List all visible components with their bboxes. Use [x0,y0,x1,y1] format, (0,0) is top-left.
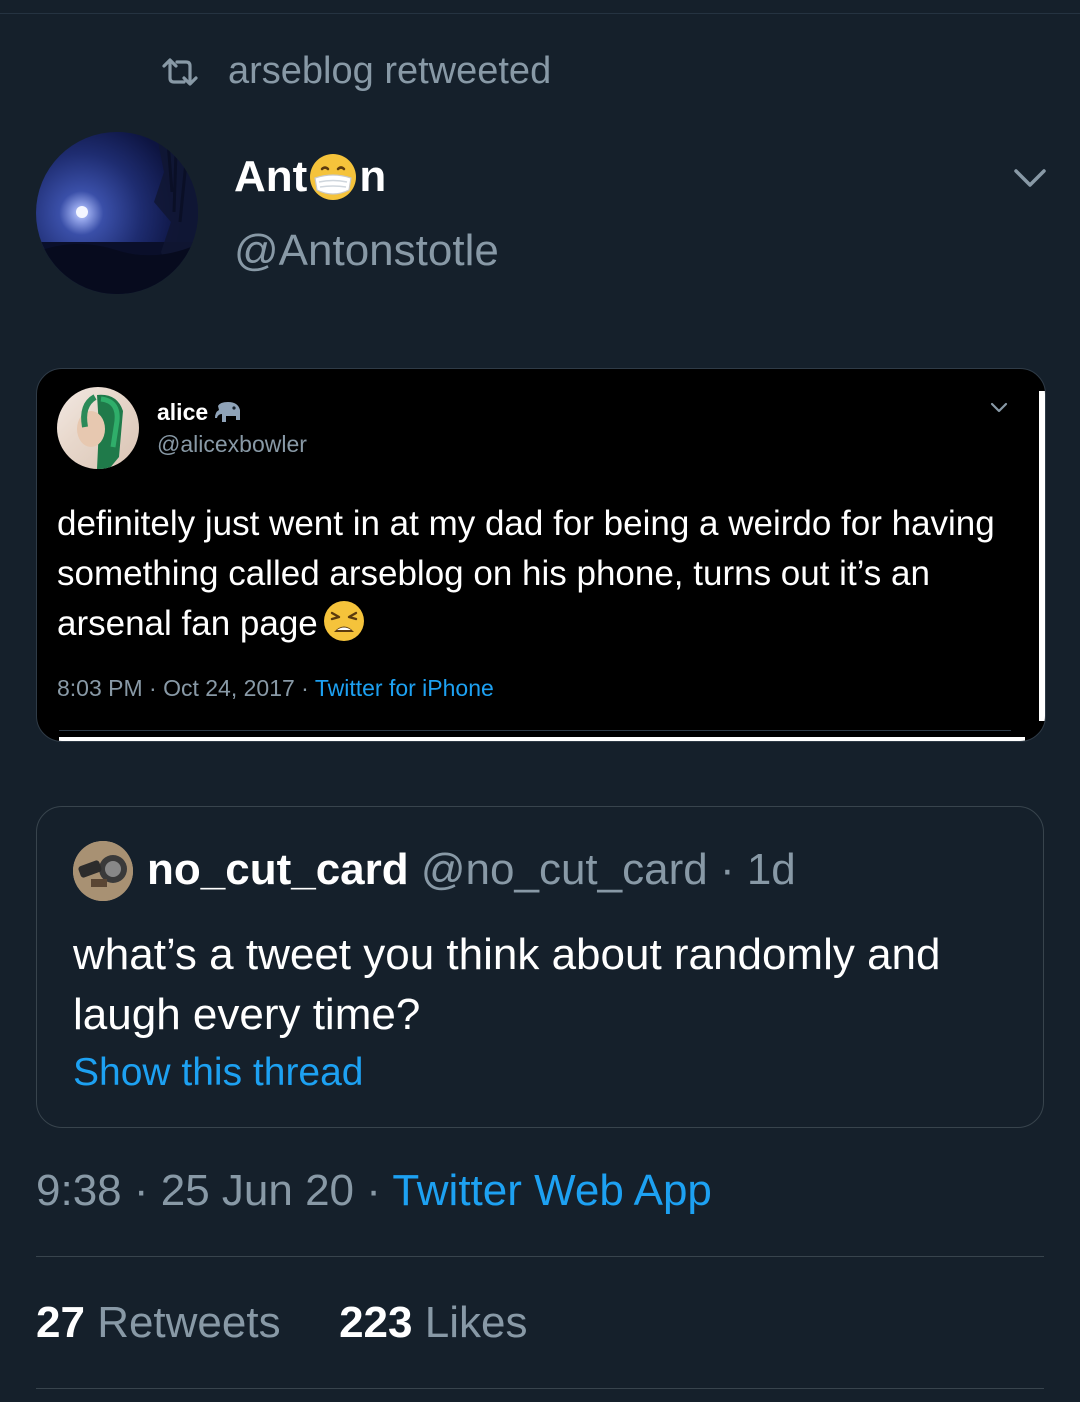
chevron-down-icon[interactable] [1012,166,1048,190]
likes-stat[interactable]: 223 Likes [339,1298,527,1347]
author-name-suffix: n [359,152,387,201]
alice-tweet-time: 8:03 PM · Oct 24, 2017 · [57,675,315,701]
alice-avatar [57,387,139,469]
retweets-count: 27 [36,1298,85,1347]
retweets-label: Retweets [97,1298,281,1347]
screenshot-edge-bottom [59,737,1025,741]
quoted-text: what’s a tweet you think about randomly … [73,930,941,1039]
retweets-stat[interactable]: 27 Retweets [36,1298,281,1347]
likes-count: 223 [339,1298,413,1347]
alice-tweet-text: definitely just went in at my dad for be… [57,499,1017,649]
face-with-medical-mask-icon [310,154,357,200]
alice-tweet-source: Twitter for iPhone [314,675,494,701]
quoted-name: no_cut_card [147,845,409,894]
tweet-time-date[interactable]: 9:38 · 25 Jun 20 · [36,1166,392,1215]
tweet-media-screenshot[interactable]: alice @alicexbowler definitely just went… [36,368,1046,742]
divider [36,1388,1044,1389]
quoted-header: no_cut_card @no_cut_card · 1d [147,845,796,895]
alice-avatar-image [77,394,123,469]
author-name[interactable]: Ant n [234,152,386,202]
weary-face-icon [323,601,364,641]
author-handle[interactable]: @Antonstotle [234,226,499,276]
tweet-stats: 27 Retweets 223 Likes [36,1298,527,1348]
show-thread-link[interactable]: Show this thread [73,1051,364,1095]
screenshot-edge-right [1039,391,1045,721]
quoted-avatar [73,841,133,901]
tweet-detail-page: arseblog retweeted Ant n @Antonstotle al… [0,0,1080,1402]
elephant-icon [215,401,241,422]
author-name-prefix: Ant [234,152,308,201]
divider [36,1256,1044,1257]
quoted-tweet[interactable]: no_cut_card @no_cut_card · 1d what’s a t… [36,806,1044,1128]
alice-tweet-body: definitely just went in at my dad for be… [57,504,995,643]
retweet-icon [162,57,198,86]
retweet-header[interactable]: arseblog retweeted [160,50,551,93]
retweet-header-text: arseblog retweeted [228,50,552,92]
alice-name-text: alice [157,399,209,425]
quoted-avatar-image [73,841,133,901]
alice-name: alice [157,399,244,426]
tweet-source-link[interactable]: Twitter Web App [392,1166,712,1215]
screenshot-divider [59,730,1011,731]
alice-tweet-meta: 8:03 PM · Oct 24, 2017 · Twitter for iPh… [57,675,494,702]
alice-handle: @alicexbowler [157,431,307,457]
top-divider [0,13,1080,14]
avatar-image [36,132,198,294]
likes-label: Likes [424,1298,528,1347]
tweet-timestamp: 9:38 · 25 Jun 20 · Twitter Web App [36,1166,712,1216]
author-avatar[interactable] [36,132,198,294]
chevron-down-icon [990,402,1008,413]
quoted-handle-time: @no_cut_card · 1d [420,845,796,894]
